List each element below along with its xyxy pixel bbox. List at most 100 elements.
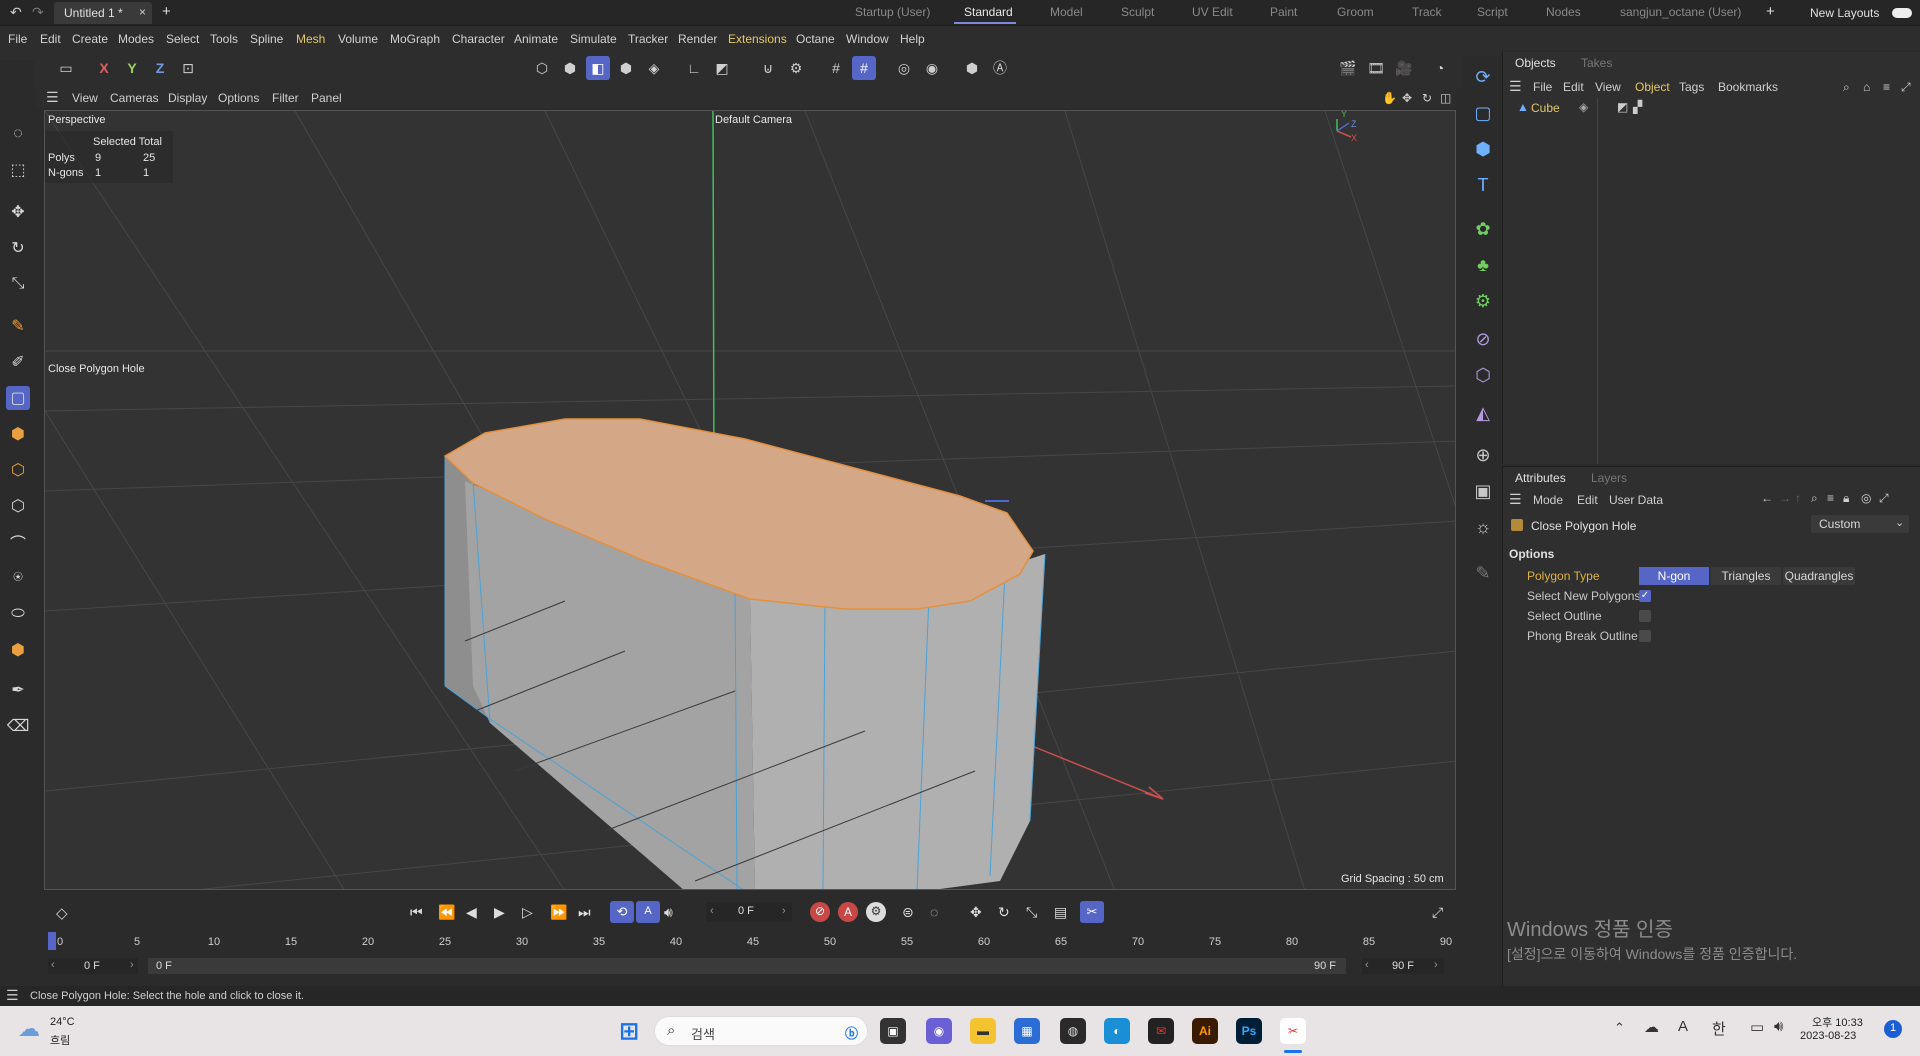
bend-icon[interactable]: ⬡ bbox=[1470, 362, 1496, 388]
viewport-solo-icon[interactable]: ⬢ bbox=[960, 56, 984, 80]
play-icon[interactable]: ▶ bbox=[494, 904, 505, 921]
scale-icon[interactable]: ⤡ bbox=[6, 272, 30, 296]
cloner-icon[interactable]: ♣ bbox=[1470, 252, 1496, 278]
store-icon[interactable]: ▦ bbox=[1014, 1018, 1040, 1044]
task-view-icon[interactable]: ▣ bbox=[880, 1018, 906, 1044]
maximize-view-icon[interactable]: ◫ bbox=[1440, 91, 1451, 105]
menu-octane[interactable]: Octane bbox=[796, 32, 835, 46]
attr-menu-user-data[interactable]: User Data bbox=[1609, 493, 1663, 507]
menu-help[interactable]: Help bbox=[900, 32, 925, 46]
search-icon[interactable]: ⌕ bbox=[1843, 80, 1850, 95]
add-layout-button[interactable]: + bbox=[1766, 3, 1775, 20]
axis-y-lock[interactable]: Y bbox=[120, 56, 144, 80]
knife-icon[interactable]: ✎ bbox=[6, 314, 30, 338]
attr-menu-edit[interactable]: Edit bbox=[1577, 493, 1598, 507]
objects-menu-bookmarks[interactable]: Bookmarks bbox=[1718, 80, 1778, 94]
layout-tab-nodes[interactable]: Nodes bbox=[1546, 5, 1581, 19]
previous-frame-icon[interactable]: ◀ bbox=[466, 904, 477, 921]
weather-temp[interactable]: 24°C bbox=[50, 1016, 75, 1028]
menu-file[interactable]: File bbox=[8, 32, 27, 46]
selection-hierarchy-icon[interactable]: ⟳ bbox=[1470, 64, 1496, 90]
auto-icon[interactable]: Ⓐ bbox=[988, 56, 1012, 80]
auto-record-icon[interactable]: A bbox=[838, 902, 858, 922]
timeline-graph-icon[interactable]: ⤢ bbox=[1432, 904, 1443, 921]
viewport-menu-filter[interactable]: Filter bbox=[272, 91, 299, 105]
ime-hangul[interactable]: 한 bbox=[1712, 1018, 1726, 1039]
menu-modes[interactable]: Modes bbox=[118, 32, 154, 46]
filter-icon[interactable]: ≡ bbox=[1827, 491, 1834, 505]
chevron-up-icon[interactable]: ⌃ bbox=[1614, 1020, 1625, 1036]
objects-menu-view[interactable]: View bbox=[1595, 80, 1621, 94]
notification-badge[interactable]: 1 bbox=[1884, 1020, 1902, 1038]
cube-icon[interactable]: ⬢ bbox=[1470, 136, 1496, 162]
deformer-icon[interactable]: ⊘ bbox=[1470, 326, 1496, 352]
snap-icon[interactable]: ⊍ bbox=[756, 56, 780, 80]
menu-select[interactable]: Select bbox=[166, 32, 199, 46]
illustrator-icon[interactable]: Ai bbox=[1192, 1018, 1218, 1044]
end-frame-field[interactable]: ‹ 90 F › bbox=[1362, 958, 1444, 974]
layout-tab-model[interactable]: Model bbox=[1050, 5, 1083, 19]
light-icon[interactable]: ☼ bbox=[1470, 514, 1496, 540]
layout-tab-script[interactable]: Script bbox=[1477, 5, 1508, 19]
cinema-icon[interactable]: ◔ bbox=[1428, 56, 1452, 80]
spline-rectangle-icon[interactable]: ▢ bbox=[1470, 100, 1496, 126]
close-polygon-hole-icon[interactable]: ▢ bbox=[6, 386, 30, 410]
expand-icon[interactable]: ⤢ bbox=[1901, 80, 1911, 95]
keyframe-icon[interactable]: ◇ bbox=[56, 904, 68, 922]
edge-mode-icon[interactable]: ⬢ bbox=[614, 56, 638, 80]
layout-tab-uv-edit[interactable]: UV Edit bbox=[1192, 5, 1233, 19]
phong-tag-icon[interactable]: ◩ bbox=[1617, 100, 1628, 114]
polygon-mode-icon[interactable]: ◧ bbox=[586, 56, 610, 80]
menu-mesh[interactable]: Mesh bbox=[296, 32, 325, 46]
go-to-end-icon[interactable]: ⏭ bbox=[578, 904, 591, 921]
generator-icon[interactable]: ✿ bbox=[1470, 216, 1496, 242]
layout-toggle[interactable] bbox=[1892, 8, 1912, 18]
photoshop-icon[interactable]: Ps bbox=[1236, 1018, 1262, 1044]
select-new-polygons-checkbox[interactable]: ✓ bbox=[1639, 590, 1651, 602]
pen-icon[interactable]: ✒ bbox=[6, 678, 30, 702]
back-arrow-icon[interactable]: ← bbox=[1761, 491, 1773, 505]
select-outline-checkbox[interactable] bbox=[1639, 610, 1651, 622]
search-icon[interactable]: ⌕ bbox=[1811, 491, 1818, 506]
orbit-icon[interactable]: ↻ bbox=[1422, 91, 1432, 105]
key-position-icon[interactable]: ⊜ bbox=[902, 904, 914, 921]
loop-icon[interactable]: ⟲ bbox=[610, 901, 634, 923]
file-explorer-icon[interactable]: ▬ bbox=[970, 1018, 996, 1044]
menu-animate[interactable]: Animate bbox=[514, 32, 558, 46]
coordinate-system-icon[interactable]: ⊡ bbox=[176, 56, 200, 80]
eraser-icon[interactable]: ⌫ bbox=[6, 714, 30, 738]
menu-character[interactable]: Character bbox=[452, 32, 505, 46]
lock-icon[interactable]: 🔒︎ bbox=[1843, 491, 1849, 506]
ime-alpha[interactable]: A bbox=[1678, 1018, 1688, 1035]
cube-stack-icon[interactable]: ⬢ bbox=[6, 638, 30, 662]
home-icon[interactable]: ⌂ bbox=[1863, 80, 1870, 94]
taskbar-search[interactable]: ⌕ 검색 ⓑ bbox=[654, 1016, 868, 1046]
next-key-icon[interactable]: ⏩ bbox=[550, 904, 567, 921]
menu-extensions[interactable]: Extensions bbox=[728, 32, 787, 46]
layout-tab-sculpt[interactable]: Sculpt bbox=[1121, 5, 1154, 19]
volume-icon[interactable]: 🔊︎ bbox=[1774, 1018, 1783, 1035]
polygon-type-ngon[interactable]: N-gon bbox=[1639, 567, 1709, 585]
dolly-icon[interactable]: ✥ bbox=[1402, 91, 1412, 105]
pan-icon[interactable]: ✋ bbox=[1382, 91, 1397, 105]
playhead[interactable] bbox=[48, 932, 56, 950]
viewport-menu-panel[interactable]: Panel bbox=[311, 91, 342, 105]
bevel-icon[interactable]: ⬡ bbox=[6, 458, 30, 482]
next-frame-icon[interactable]: ▷ bbox=[522, 904, 533, 921]
texture-mode-icon[interactable]: ◩ bbox=[710, 56, 734, 80]
menu-edit[interactable]: Edit bbox=[40, 32, 61, 46]
viewport-menu-display[interactable]: Display bbox=[168, 91, 207, 105]
hamburger-icon[interactable]: ☰ bbox=[1509, 491, 1522, 508]
new-layouts-button[interactable]: New Layouts bbox=[1810, 6, 1879, 20]
timeline-ruler[interactable] bbox=[48, 932, 1438, 950]
render-region-icon[interactable]: 🎬 bbox=[1336, 56, 1360, 80]
target-icon[interactable]: ◎ bbox=[1861, 491, 1871, 505]
windows-start-icon[interactable]: ⊞ bbox=[616, 1018, 642, 1045]
point-mode-icon[interactable]: ⬢ bbox=[558, 56, 582, 80]
object-row-cube[interactable]: ▲ Cube ◈ ◩ ▞ bbox=[1517, 100, 1817, 116]
network-icon[interactable]: ▭ bbox=[1750, 1018, 1764, 1036]
workplane-icon[interactable]: # bbox=[852, 56, 876, 80]
start-frame-field[interactable]: ‹ 0 F › bbox=[48, 958, 138, 974]
tab-takes[interactable]: Takes bbox=[1581, 56, 1612, 70]
environment-icon[interactable]: ⊕ bbox=[1470, 442, 1496, 468]
